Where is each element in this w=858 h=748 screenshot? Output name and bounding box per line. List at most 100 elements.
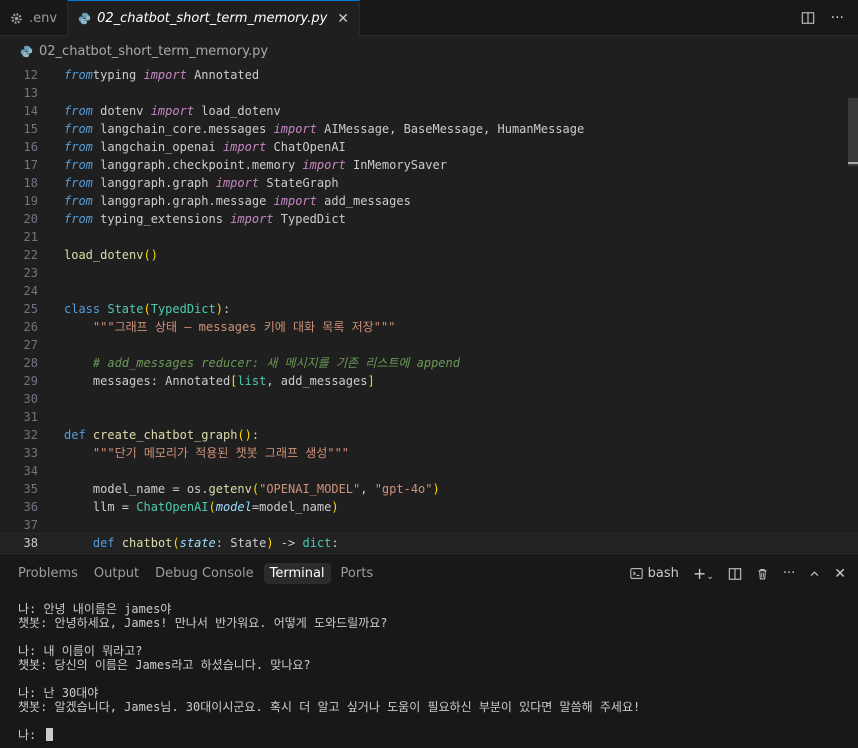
code-token: from (64, 140, 93, 154)
code-token: from (64, 68, 93, 82)
code-token: "gpt-4o" (374, 482, 433, 496)
code-token: ( (172, 536, 180, 550)
code-line[interactable]: 19 from langgraph.graph.message import ad… (0, 192, 858, 210)
code-line[interactable]: 16 from langchain_openai import ChatOpenA… (0, 138, 858, 156)
line-number: 36 (23, 500, 38, 514)
code-text: from dotenv import load_dotenv (64, 102, 281, 120)
tab-env[interactable]: .env (0, 0, 69, 36)
tab-output[interactable]: Output (88, 563, 145, 584)
code-line[interactable]: 30 (0, 390, 858, 408)
line-number: 38 (23, 536, 38, 550)
code-token: : (222, 302, 231, 316)
line-number: 16 (23, 140, 38, 154)
maximize-panel-icon[interactable] (809, 568, 820, 579)
code-line[interactable]: 33 """단기 메모리가 적용된 챗봇 그래프 생성""" (0, 444, 858, 462)
terminal-shell-selector[interactable]: bash (629, 566, 679, 581)
code-token: from (64, 122, 93, 136)
code-line[interactable]: 24 (0, 282, 858, 300)
trash-icon[interactable] (756, 567, 769, 581)
code-token: TypedDict (150, 302, 216, 316)
code-token: langgraph.graph (92, 176, 216, 190)
code-token: =model_name (251, 500, 332, 514)
new-terminal-icon[interactable]: +⌄ (693, 564, 714, 583)
code-editor[interactable]: 12 fromtyping import Annotated 13 14 from do… (0, 66, 858, 552)
code-line[interactable]: 26 """그래프 상태 — messages 키에 대화 목록 저장""" (0, 318, 858, 336)
code-token: import (273, 194, 317, 208)
line-number: 32 (23, 428, 38, 442)
code-token: InMemorySaver (345, 158, 447, 172)
code-text: def chatbot(state: State) -> dict: (64, 534, 339, 552)
code-token: from (64, 158, 93, 172)
terminal-icon (629, 567, 643, 580)
code-token: load_dotenv (194, 104, 281, 118)
code-token: messages: Annotated (64, 374, 231, 388)
code-line[interactable]: 17 from langgraph.checkpoint.memory impor… (0, 156, 858, 174)
code-token: ( (208, 500, 216, 514)
line-number: 13 (23, 86, 38, 100)
tab-chatbot-file[interactable]: 02_chatbot_short_term_memory.py ✕ (68, 0, 361, 36)
line-number: 23 (23, 266, 38, 280)
code-line[interactable]: 22 load_dotenv() (0, 246, 858, 264)
code-token: import (215, 176, 260, 190)
shell-name: bash (647, 566, 679, 581)
tab-problems[interactable]: Problems (12, 563, 84, 584)
code-line[interactable]: 14 from dotenv import load_dotenv (0, 102, 858, 120)
split-terminal-icon[interactable] (728, 567, 742, 581)
editor-scrollbar[interactable] (848, 98, 858, 166)
close-panel-icon[interactable]: ✕ (834, 566, 846, 582)
code-line[interactable]: 27 (0, 336, 858, 354)
code-token: import (150, 104, 195, 118)
code-line[interactable]: 28 # add_messages reducer: 새 메시지를 기존 리스트… (0, 354, 858, 372)
code-line[interactable]: 34 (0, 462, 858, 480)
line-number: 34 (23, 464, 38, 478)
line-number: 22 (23, 248, 38, 262)
code-line[interactable]: 38 def chatbot(state: State) -> dict: (0, 533, 858, 552)
code-line[interactable]: 32 def create_chatbot_graph(): (0, 426, 858, 444)
code-token: import (230, 212, 274, 226)
code-line[interactable]: 35 model_name = os.getenv("OPENAI_MODEL"… (0, 480, 858, 498)
terminal-output[interactable]: 나: 안녕 내이름은 james야 챗봇: 안녕하세요, James! 만나서 반… (18, 602, 640, 742)
line-number: 12 (23, 68, 38, 82)
breadcrumb-file[interactable]: 02_chatbot_short_term_memory.py (39, 44, 268, 59)
code-token: state (179, 536, 216, 550)
code-token: langchain_openai (92, 140, 223, 154)
code-line[interactable]: 21 (0, 228, 858, 246)
code-line[interactable]: 36 llm = ChatOpenAI(model=model_name) (0, 498, 858, 516)
bottom-panel: Problems Output Debug Console Terminal P… (0, 553, 858, 748)
tab-terminal[interactable]: Terminal (263, 563, 331, 584)
code-line[interactable]: 15 from langchain_core.messages import AI… (0, 120, 858, 138)
tab-ports[interactable]: Ports (335, 563, 380, 584)
code-token: import (222, 140, 267, 154)
code-text: from langgraph.graph.message import add_… (64, 192, 411, 210)
close-icon[interactable]: ✕ (337, 11, 349, 27)
code-line[interactable]: 29 messages: Annotated[list, add_message… (0, 372, 858, 390)
code-line[interactable]: 31 (0, 408, 858, 426)
terminal-prompt: 나: (18, 728, 44, 742)
terminal-prompt-line[interactable]: 나: (18, 728, 640, 742)
split-editor-icon[interactable] (801, 11, 815, 25)
code-line[interactable]: 20 from typing_extensions import TypedDic… (0, 210, 858, 228)
line-number: 14 (23, 104, 38, 118)
code-token: typing_extensions (92, 212, 231, 226)
line-number: 30 (23, 392, 38, 406)
code-token: class (64, 302, 101, 316)
tab-debug-console[interactable]: Debug Console (149, 563, 260, 584)
code-token: create_chatbot_graph (92, 428, 238, 442)
python-icon (78, 12, 91, 25)
code-line[interactable]: 37 (0, 516, 858, 534)
more-actions-icon[interactable]: ··· (783, 566, 795, 581)
code-line[interactable]: 25 class State(TypedDict): (0, 300, 858, 318)
breadcrumb[interactable]: 02_chatbot_short_term_memory.py (0, 36, 858, 66)
code-token: model (215, 500, 252, 514)
line-number: 35 (23, 482, 38, 496)
code-line[interactable]: 23 (0, 264, 858, 282)
code-line[interactable]: 13 (0, 84, 858, 102)
code-token: """그래프 상태 — messages 키에 대화 목록 저장""" (92, 320, 396, 334)
more-actions-icon[interactable]: ··· (831, 10, 844, 26)
code-token: def (92, 536, 115, 550)
code-token: load_dotenv (64, 248, 144, 262)
code-line[interactable]: 12 fromtyping import Annotated (0, 66, 858, 84)
code-line[interactable]: 18 from langgraph.graph import StateGraph (0, 174, 858, 192)
tab-actions: ··· (801, 0, 844, 36)
